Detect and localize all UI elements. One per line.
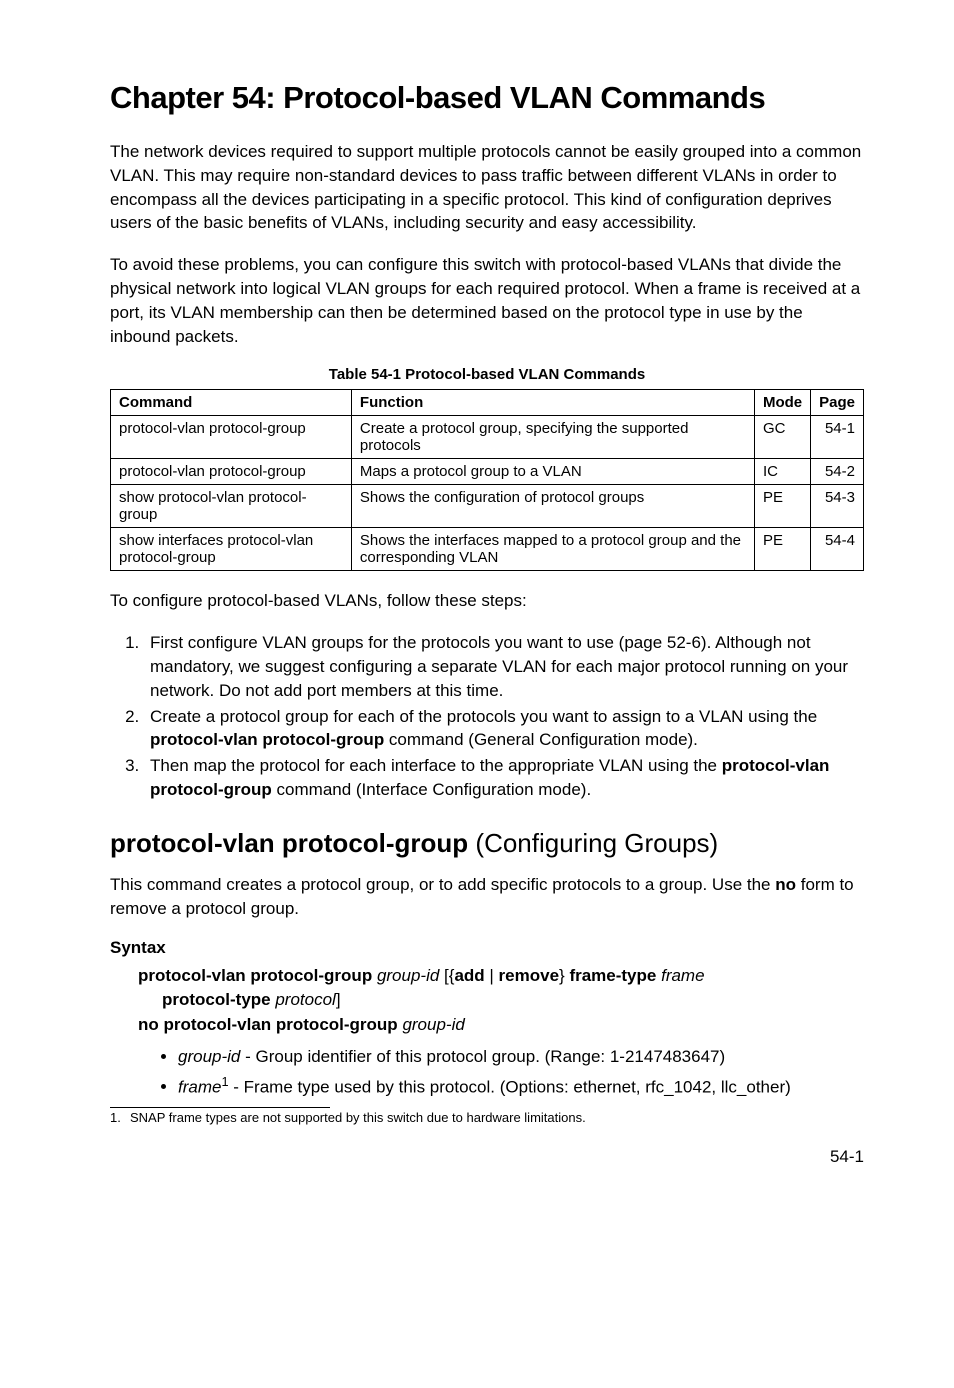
table-caption: Table 54-1 Protocol-based VLAN Commands (110, 366, 864, 383)
td-function: Create a protocol group, specifying the … (351, 416, 754, 459)
syntax-line: protocol-type protocol] (162, 988, 864, 1012)
syntax-bullets: group-id - Group identifier of this prot… (158, 1045, 864, 1099)
td-mode: IC (754, 459, 810, 485)
td-page: 54-4 (811, 528, 864, 571)
footnote-text: SNAP frame types are not supported by th… (130, 1110, 586, 1125)
footnote: 1.SNAP frame types are not supported by … (110, 1110, 864, 1125)
footnote-number: 1. (110, 1110, 130, 1125)
td-command: protocol-vlan protocol-group (111, 459, 352, 485)
td-mode: PE (754, 485, 810, 528)
td-mode: GC (754, 416, 810, 459)
th-command: Command (111, 390, 352, 416)
syntax-block: protocol-vlan protocol-group group-id [{… (138, 964, 864, 1036)
td-page: 54-2 (811, 459, 864, 485)
syntax-line: no protocol-vlan protocol-group group-id (138, 1013, 864, 1037)
section-heading-thin: (Configuring Groups) (468, 828, 718, 858)
td-page: 54-3 (811, 485, 864, 528)
td-function: Maps a protocol group to a VLAN (351, 459, 754, 485)
td-command: show interfaces protocol-vlan protocol-g… (111, 528, 352, 571)
syntax-label: Syntax (110, 938, 864, 958)
steps-list: First configure VLAN groups for the prot… (110, 631, 864, 802)
step-item: Then map the protocol for each interface… (144, 754, 864, 802)
step-item: First configure VLAN groups for the prot… (144, 631, 864, 702)
bullet-item: frame1 - Frame type used by this protoco… (178, 1073, 864, 1099)
chapter-title: Chapter 54: Protocol-based VLAN Commands (110, 80, 864, 116)
td-page: 54-1 (811, 416, 864, 459)
section-heading: protocol-vlan protocol-group (Configurin… (110, 828, 864, 859)
table-row: protocol-vlan protocol-group Create a pr… (111, 416, 864, 459)
footnote-rule (110, 1107, 330, 1108)
step-item: Create a protocol group for each of the … (144, 705, 864, 753)
td-command: protocol-vlan protocol-group (111, 416, 352, 459)
steps-intro: To configure protocol-based VLANs, follo… (110, 589, 864, 613)
td-function: Shows the configuration of protocol grou… (351, 485, 754, 528)
td-command: show protocol-vlan protocol-group (111, 485, 352, 528)
page-number: 54-1 (110, 1147, 864, 1167)
th-page: Page (811, 390, 864, 416)
table-header-row: Command Function Mode Page (111, 390, 864, 416)
intro-paragraph-1: The network devices required to support … (110, 140, 864, 235)
table-row: show interfaces protocol-vlan protocol-g… (111, 528, 864, 571)
td-mode: PE (754, 528, 810, 571)
section-heading-bold: protocol-vlan protocol-group (110, 828, 468, 858)
syntax-line: protocol-vlan protocol-group group-id [{… (138, 964, 864, 988)
th-mode: Mode (754, 390, 810, 416)
section-description: This command creates a protocol group, o… (110, 873, 864, 921)
th-function: Function (351, 390, 754, 416)
commands-table: Command Function Mode Page protocol-vlan… (110, 389, 864, 571)
table-row: protocol-vlan protocol-group Maps a prot… (111, 459, 864, 485)
td-function: Shows the interfaces mapped to a protoco… (351, 528, 754, 571)
bullet-item: group-id - Group identifier of this prot… (178, 1045, 864, 1069)
intro-paragraph-2: To avoid these problems, you can configu… (110, 253, 864, 348)
table-row: show protocol-vlan protocol-group Shows … (111, 485, 864, 528)
